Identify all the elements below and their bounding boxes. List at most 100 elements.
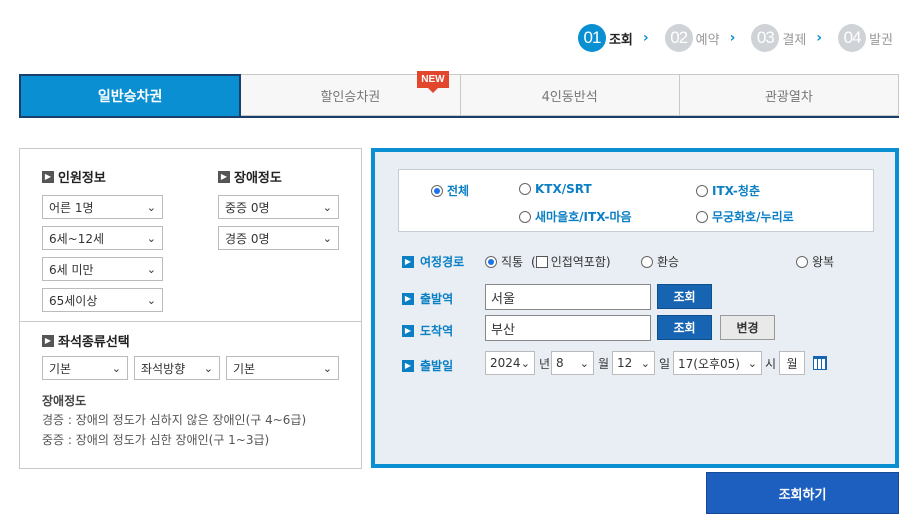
chevron-right-icon: ›: [816, 30, 823, 46]
row-label-text: 도착역: [420, 324, 454, 338]
tab-four-seat[interactable]: 4인동반석: [460, 74, 680, 116]
select-value: 6세 미만: [49, 262, 94, 277]
tab-discount-ticket[interactable]: 할인승차권 NEW: [241, 71, 461, 116]
chevron-down-icon: ⌄: [579, 356, 589, 370]
severe-note: 중증 : 장애의 정도가 심한 장애인(구 1~3급): [42, 433, 270, 447]
radio-label: 직통: [501, 255, 524, 269]
arrival-search-button[interactable]: 조회: [657, 315, 712, 340]
divider: [20, 321, 361, 322]
radio-label: KTX/SRT: [535, 182, 592, 196]
section-label: 인원정보: [58, 171, 106, 186]
seat-section-title: ▶ 좌석종류선택: [42, 331, 130, 350]
day-select[interactable]: 12 ⌄: [612, 351, 655, 375]
infant-count-select[interactable]: 6세 미만 ⌄: [42, 257, 163, 281]
swap-stations-button[interactable]: 변경: [720, 315, 775, 340]
chevron-down-icon: ⌄: [322, 231, 332, 245]
passenger-panel: ▶ 인원정보 ▶ 장애정도 어른 1명 ⌄ 6세~12세 ⌄ 6세 미만 ⌄ 65세이…: [19, 148, 362, 469]
radio-itx-cheongchun[interactable]: ITX-청춘: [696, 182, 760, 199]
arrival-station-input[interactable]: 부산: [485, 315, 651, 341]
step-label: 조회: [608, 32, 633, 48]
chevron-down-icon: ⌄: [146, 293, 156, 307]
chevron-down-icon: ⌄: [747, 356, 757, 370]
radio-icon: [696, 210, 708, 223]
arrow-bullet-icon: ▶: [402, 292, 414, 305]
chevron-right-icon: ›: [729, 30, 736, 46]
radio-icon: [696, 184, 708, 197]
disability-section-title: ▶ 장애정도: [218, 167, 282, 186]
child-count-select[interactable]: 6세~12세 ⌄: [42, 226, 163, 250]
route-label: ▶ 여정경로: [402, 253, 464, 270]
mild-disability-select[interactable]: 경증 0명 ⌄: [218, 226, 339, 250]
severe-disability-select[interactable]: 중증 0명 ⌄: [218, 195, 339, 219]
chevron-down-icon: ⌄: [146, 262, 156, 276]
arrow-bullet-icon: ▶: [402, 324, 414, 337]
radio-label: 환승: [657, 255, 680, 269]
tab-tour-train[interactable]: 관광열차: [679, 74, 899, 116]
departure-search-button[interactable]: 조회: [657, 284, 712, 309]
departure-station-input[interactable]: 서울: [485, 284, 651, 310]
select-value: 17(오후05): [678, 356, 740, 371]
select-value: 65세이상: [49, 293, 98, 308]
checkbox-include-nearby[interactable]: (인접역포함): [531, 253, 611, 270]
row-label-text: 출발일: [420, 359, 454, 373]
weekday-display: 월: [779, 351, 805, 375]
radio-selected-icon: [431, 184, 443, 197]
step-number: 04: [838, 24, 867, 52]
select-value: 좌석방향: [141, 361, 186, 376]
hour-unit: 시: [765, 357, 777, 371]
seat-direction-select[interactable]: 좌석방향 ⌄: [134, 356, 220, 380]
chevron-down-icon: ⌄: [146, 200, 156, 214]
chevron-down-icon: ⌄: [322, 361, 332, 375]
radio-saemaeul[interactable]: 새마을호/ITX-마음: [519, 208, 632, 225]
select-value: 중증 0명: [225, 200, 270, 215]
radio-direct[interactable]: 직통: [485, 253, 523, 270]
month-unit: 월: [598, 357, 610, 371]
radio-ktx-srt[interactable]: KTX/SRT: [519, 182, 592, 196]
search-trains-button[interactable]: 조회하기: [706, 472, 899, 514]
departure-date-label: ▶ 출발일: [402, 357, 453, 374]
seat-type-select[interactable]: 기본 ⌄: [42, 356, 128, 380]
select-value: 경증 0명: [225, 231, 270, 246]
chevron-down-icon: ⌄: [520, 356, 530, 370]
step-number: 02: [664, 24, 693, 52]
month-select[interactable]: 8 ⌄: [551, 351, 594, 375]
radio-transfer[interactable]: 환승: [641, 253, 679, 270]
section-label: 좌석종류선택: [58, 335, 130, 350]
select-value: 2024: [490, 356, 521, 370]
step-number: 01: [577, 24, 606, 52]
calendar-icon[interactable]: [813, 356, 827, 370]
step-payment: 03 결제: [751, 24, 806, 52]
chevron-down-icon: ⌄: [203, 361, 213, 375]
checkbox-icon: [535, 255, 548, 268]
passenger-section-title: ▶ 인원정보: [42, 167, 106, 186]
step-label: 결제: [782, 32, 807, 48]
mild-note: 경증 : 장애의 정도가 심하지 않은 장애인(구 4~6급): [42, 413, 307, 427]
chevron-down-icon: ⌄: [640, 356, 650, 370]
radio-label: 전체: [447, 184, 470, 198]
day-unit: 일: [659, 357, 671, 371]
radio-icon: [796, 255, 808, 268]
seat-option-select[interactable]: 기본 ⌄: [226, 356, 339, 380]
row-label-text: 여정경로: [420, 255, 465, 269]
senior-count-select[interactable]: 65세이상 ⌄: [42, 288, 163, 312]
section-label: 장애정도: [234, 171, 282, 186]
tab-regular-ticket[interactable]: 일반승차권: [19, 74, 242, 116]
radio-label: 무궁화호/누리로: [712, 210, 794, 224]
radio-icon: [641, 255, 653, 268]
year-select[interactable]: 2024 ⌄: [485, 351, 535, 375]
radio-mugunghwa[interactable]: 무궁화호/누리로: [696, 208, 794, 225]
arrow-bullet-icon: ▶: [218, 170, 230, 183]
arrival-label: ▶ 도착역: [402, 322, 453, 339]
select-value: 기본: [233, 361, 256, 376]
radio-icon: [519, 210, 531, 223]
radio-all[interactable]: 전체: [431, 182, 469, 199]
radio-icon: [519, 183, 531, 195]
step-reserve: 02 예약: [664, 24, 720, 52]
radio-roundtrip[interactable]: 왕복: [796, 253, 834, 270]
adult-count-select[interactable]: 어른 1명 ⌄: [42, 195, 163, 219]
arrow-bullet-icon: ▶: [402, 255, 414, 268]
radio-label: ITX-청춘: [712, 184, 760, 198]
chevron-down-icon: ⌄: [146, 231, 156, 245]
arrow-bullet-icon: ▶: [42, 334, 54, 347]
hour-select[interactable]: 17(오후05) ⌄: [673, 351, 762, 375]
